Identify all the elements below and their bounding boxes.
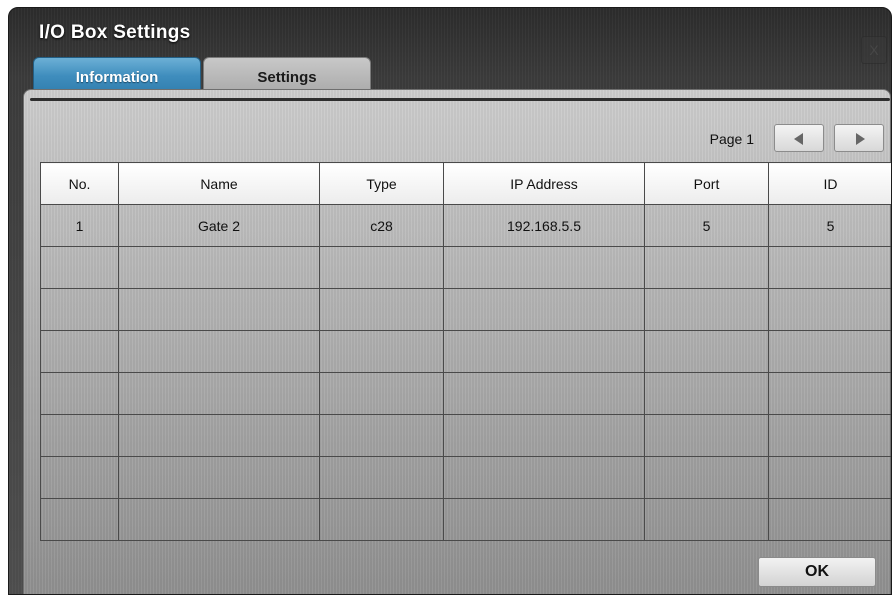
table-cell [319,372,444,415]
table-cell [443,498,645,541]
tab-settings-label: Settings [257,69,317,86]
close-button[interactable]: X [861,36,887,64]
table-row[interactable] [40,246,891,289]
table-cell [443,414,645,457]
table-cell [644,498,769,541]
table-cell [644,414,769,457]
table-cell [768,498,891,541]
table-cell: 1 [40,204,119,247]
table-cell [768,456,891,499]
information-panel: Page 1 No. Name Type IP Address Port ID [23,89,891,594]
table-header-row: No. Name Type IP Address Port ID [40,162,891,205]
tab-divider [30,98,890,101]
triangle-left-icon [794,133,803,145]
table-cell [118,414,320,457]
table-row[interactable] [40,330,891,373]
table-cell [40,330,119,373]
table-cell [40,456,119,499]
table-cell [644,288,769,331]
table-cell: 192.168.5.5 [443,204,645,247]
table-row[interactable] [40,414,891,457]
column-header-id[interactable]: ID [768,162,891,205]
triangle-right-icon [856,133,865,145]
table-cell [118,330,320,373]
ok-button[interactable]: OK [758,557,876,587]
table-cell: Gate 2 [118,204,320,247]
next-page-button[interactable] [834,124,884,152]
table-row[interactable] [40,498,891,541]
page-indicator: Page 1 [709,131,754,147]
table-cell [443,372,645,415]
tab-information-label: Information [75,69,159,86]
table-cell [644,330,769,373]
table-cell [319,246,444,289]
table-cell [644,246,769,289]
column-header-type[interactable]: Type [319,162,444,205]
table-cell [443,330,645,373]
table-cell [40,498,119,541]
table-cell [40,288,119,331]
column-header-name[interactable]: Name [118,162,320,205]
table-cell [319,414,444,457]
io-box-settings-dialog: I/O Box Settings X Information Settings … [8,7,892,595]
table-cell [319,456,444,499]
table-cell [118,498,320,541]
table-cell [443,288,645,331]
table-cell [118,288,320,331]
dialog-title: I/O Box Settings [39,22,191,43]
io-box-table: No. Name Type IP Address Port ID 1 Gate … [40,162,891,541]
table-cell [118,456,320,499]
table-row[interactable] [40,456,891,499]
table-cell [443,246,645,289]
table-cell: c28 [319,204,444,247]
table-cell [319,288,444,331]
table-cell [118,372,320,415]
column-header-ip-address[interactable]: IP Address [443,162,645,205]
table-cell [644,372,769,415]
table-row[interactable] [40,372,891,415]
table-cell [768,414,891,457]
table-cell [118,246,320,289]
table-row[interactable] [40,288,891,331]
table-cell [40,372,119,415]
table-cell [319,330,444,373]
table-cell [443,456,645,499]
table-cell [40,246,119,289]
column-header-port[interactable]: Port [644,162,769,205]
table-cell [768,246,891,289]
table-cell: 5 [644,204,769,247]
table-cell [768,372,891,415]
table-cell [40,414,119,457]
table-cell [768,288,891,331]
column-header-no[interactable]: No. [40,162,119,205]
table-cell [768,330,891,373]
previous-page-button[interactable] [774,124,824,152]
table-cell [644,456,769,499]
table-cell: 5 [768,204,891,247]
table-cell [319,498,444,541]
table-row[interactable]: 1 Gate 2 c28 192.168.5.5 5 5 [40,204,891,247]
